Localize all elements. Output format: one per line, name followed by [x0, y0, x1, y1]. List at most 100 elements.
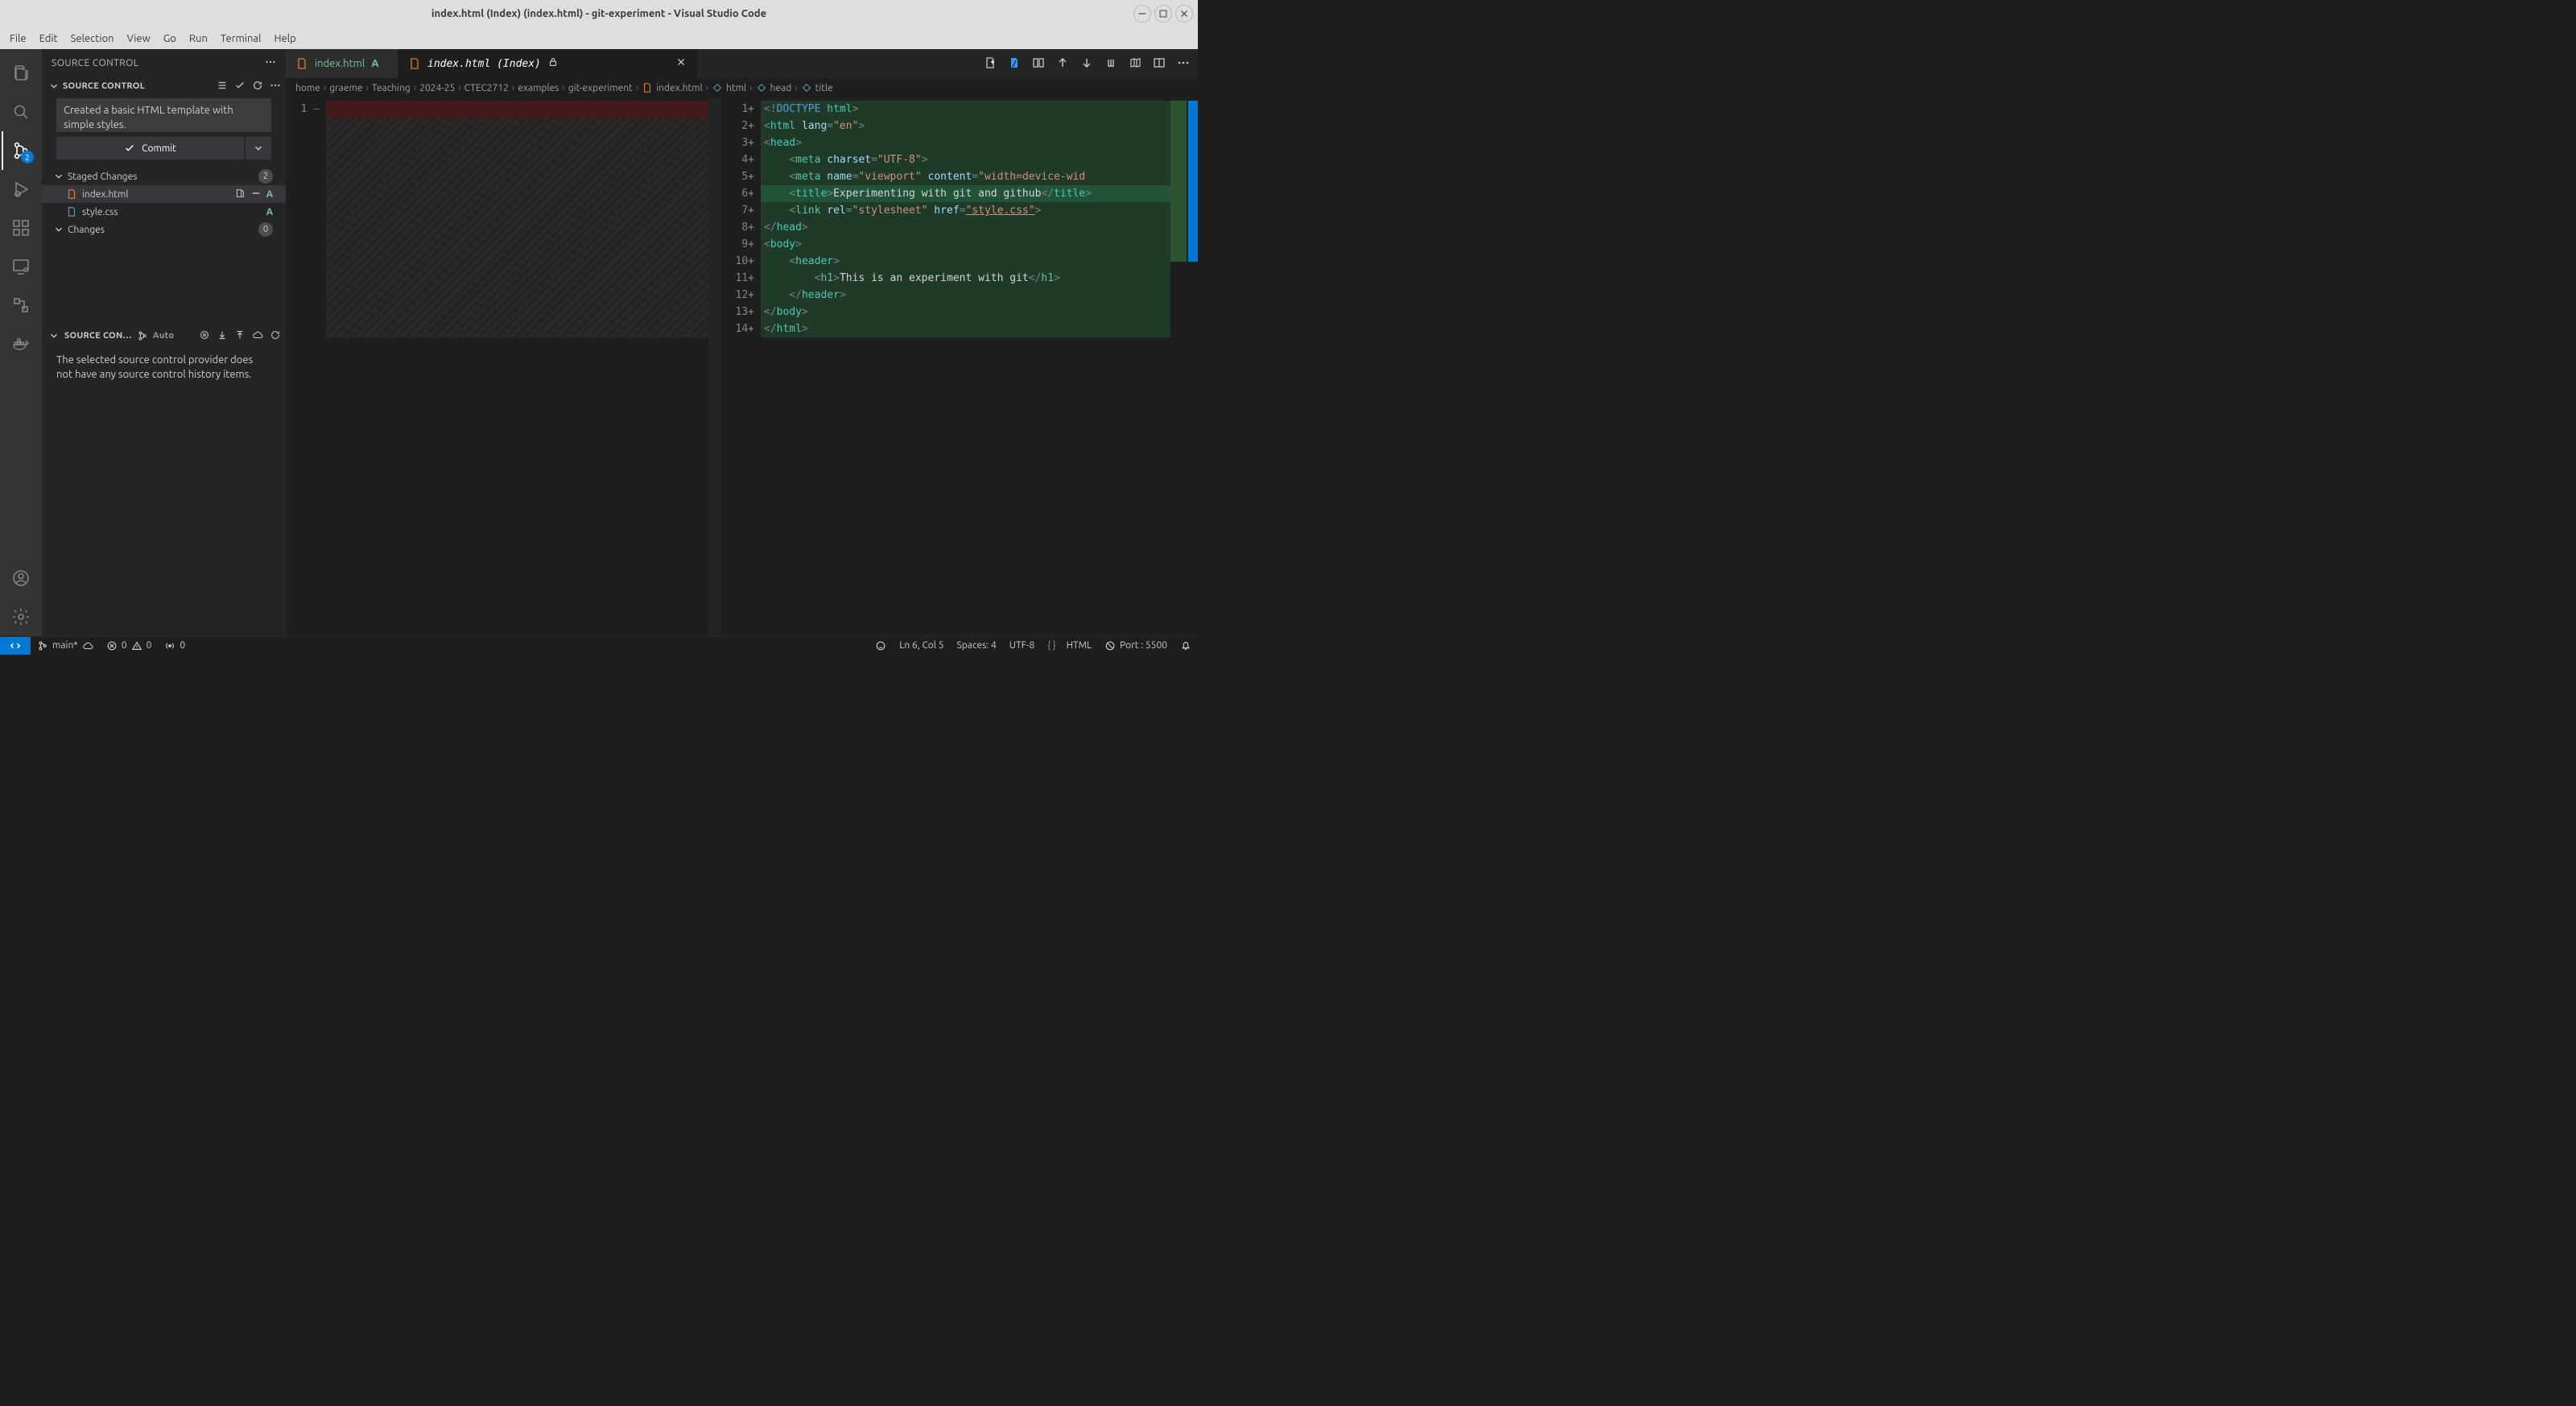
status-ports[interactable]: 0	[158, 640, 192, 651]
menu-selection[interactable]: Selection	[64, 31, 121, 46]
crumb[interactable]: examples	[518, 83, 559, 93]
window-title: index.html (Index) (index.html) - git-ex…	[431, 8, 766, 19]
html-file-icon	[408, 57, 421, 70]
source-control-icon[interactable]: 2	[2, 131, 40, 170]
search-icon[interactable]	[2, 93, 40, 131]
crumb[interactable]: html	[726, 83, 746, 93]
remote-indicator[interactable]	[0, 637, 31, 655]
target-icon[interactable]	[199, 329, 210, 343]
menu-run[interactable]: Run	[183, 31, 214, 46]
push-icon[interactable]	[252, 329, 263, 343]
right-code[interactable]: <!DOCTYPE html><html lang="en"><head> <m…	[761, 97, 1170, 636]
menu-view[interactable]: View	[121, 31, 157, 46]
git-graph-icon[interactable]	[2, 286, 40, 325]
sync-icon[interactable]	[82, 640, 93, 651]
crumb[interactable]: git-experiment	[568, 83, 633, 93]
status-bell-icon[interactable]	[1174, 640, 1198, 651]
scrollbar[interactable]	[1187, 97, 1198, 636]
changes-count: 0	[258, 222, 273, 237]
editor-more-icon[interactable]	[1177, 56, 1190, 72]
status-language[interactable]: { } HTML	[1041, 640, 1098, 651]
status-feedback-icon[interactable]	[869, 640, 893, 651]
status-branch[interactable]: main*	[31, 640, 100, 651]
tab-index-html[interactable]: index.html A	[286, 49, 398, 78]
commit-check-icon[interactable]	[233, 80, 247, 93]
file-status-label: A	[266, 189, 273, 200]
window-close-button[interactable]	[1175, 5, 1193, 23]
split-editor-icon[interactable]	[1153, 56, 1166, 72]
new-file-icon[interactable]	[984, 56, 997, 72]
panel-more-icon[interactable]	[265, 56, 276, 70]
tab-label: index.html (Index)	[427, 58, 541, 70]
refresh-icon[interactable]	[250, 80, 265, 93]
menu-go[interactable]: Go	[157, 31, 183, 46]
window-minimize-button[interactable]	[1133, 5, 1151, 23]
crumb[interactable]: title	[815, 83, 833, 93]
changes-header[interactable]: Changes 0	[42, 221, 286, 238]
staged-changes-label: Staged Changes	[68, 172, 137, 182]
source-control-graph-header[interactable]: SOURCE CON… Auto	[42, 327, 286, 345]
status-cursor[interactable]: Ln 6, Col 5	[893, 640, 950, 651]
window-controls	[1133, 5, 1193, 23]
crumb[interactable]: 2024-25	[419, 83, 455, 93]
whitespace-icon[interactable]	[1104, 56, 1117, 72]
unstage-icon[interactable]	[250, 188, 262, 201]
scrollbar-thumb[interactable]	[1188, 101, 1198, 262]
remote-explorer-icon[interactable]	[2, 247, 40, 286]
crumb[interactable]: graeme	[329, 83, 362, 93]
menu-file[interactable]: File	[3, 31, 33, 46]
commit-message-input[interactable]: Created a basic HTML template with simpl…	[56, 98, 271, 132]
toggle-file-icon[interactable]	[1008, 56, 1021, 72]
error-count: 0	[122, 640, 127, 651]
next-change-icon[interactable]	[1080, 56, 1093, 72]
tab-index-html-staged[interactable]: index.html (Index)	[398, 49, 697, 78]
file-status-label: A	[266, 207, 273, 217]
menu-help[interactable]: Help	[267, 31, 302, 46]
settings-gear-icon[interactable]	[2, 598, 40, 636]
crumb[interactable]: head	[770, 83, 792, 93]
commit-button[interactable]: Commit	[56, 137, 244, 159]
branch-name: main*	[52, 640, 78, 651]
menu-terminal[interactable]: Terminal	[214, 31, 268, 46]
section-more-icon[interactable]	[268, 80, 283, 93]
status-problems[interactable]: 0 0	[100, 640, 159, 651]
status-encoding[interactable]: UTF-8	[1003, 640, 1041, 651]
prev-change-icon[interactable]	[1056, 56, 1069, 72]
chevron-down-icon	[253, 143, 264, 154]
staged-changes-header[interactable]: Staged Changes 2	[42, 167, 286, 185]
explorer-icon[interactable]	[2, 54, 40, 93]
symbol-icon	[801, 82, 812, 93]
crumb[interactable]: Teaching	[372, 83, 411, 93]
fetch-icon[interactable]	[234, 329, 246, 343]
crumb[interactable]: home	[295, 83, 320, 93]
status-live-server[interactable]: Port : 5500	[1098, 640, 1174, 651]
crumb[interactable]: CTEC2712	[464, 83, 509, 93]
menu-bar: File Edit Selection View Go Run Terminal…	[0, 27, 1198, 49]
staged-file-style-css[interactable]: style.css A	[42, 203, 286, 221]
accounts-icon[interactable]	[2, 559, 40, 598]
tab-close-icon[interactable]	[675, 56, 687, 71]
menu-edit[interactable]: Edit	[33, 31, 64, 46]
view-tree-icon[interactable]	[215, 80, 229, 93]
pull-icon[interactable]	[217, 329, 228, 343]
crumb[interactable]: index.html	[656, 83, 703, 93]
left-code[interactable]	[326, 97, 708, 636]
extensions-icon[interactable]	[2, 209, 40, 247]
tab-label: index.html	[315, 58, 365, 69]
run-debug-icon[interactable]	[2, 170, 40, 209]
open-file-icon[interactable]	[234, 188, 246, 201]
window-maximize-button[interactable]	[1154, 5, 1172, 23]
diff-side-icon[interactable]	[1032, 56, 1045, 72]
breadcrumb[interactable]: home› graeme› Teaching› 2024-25› CTEC271…	[286, 78, 1198, 97]
commit-dropdown-button[interactable]	[246, 137, 271, 159]
minimap[interactable]	[1170, 97, 1187, 636]
right-gutter: 1+2+3+4+5+6+7+8+9+10+11+12+13+14+	[720, 97, 761, 636]
graph-refresh-icon[interactable]	[270, 329, 281, 343]
file-name: style.css	[82, 207, 262, 217]
map-icon[interactable]	[1129, 56, 1141, 72]
chevron-down-icon	[53, 224, 64, 235]
source-control-section-header[interactable]: SOURCE CONTROL	[42, 77, 286, 95]
status-spaces[interactable]: Spaces: 4	[950, 640, 1002, 651]
staged-file-index-html[interactable]: index.html A	[42, 185, 286, 203]
docker-icon[interactable]	[2, 325, 40, 363]
